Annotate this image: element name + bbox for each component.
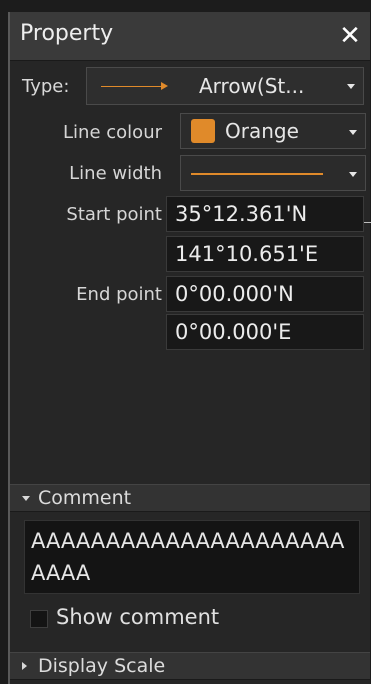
show-comment-checkbox[interactable] — [30, 610, 48, 628]
chevron-down-icon — [349, 172, 357, 177]
end-point-label: End point — [76, 284, 162, 305]
line-width-preview — [191, 173, 323, 175]
end-point-lat-field[interactable]: 0°00.000'N — [166, 276, 364, 312]
start-point-label: Start point — [66, 204, 162, 225]
display-scale-header-label: Display Scale — [38, 655, 166, 677]
display-scale-section-header[interactable]: Display Scale — [10, 652, 370, 680]
type-row: Type: Arrow(St... — [10, 64, 370, 110]
chevron-down-icon — [349, 130, 357, 135]
comment-header-label: Comment — [38, 487, 132, 509]
panel-title: Property — [20, 21, 114, 46]
type-label: Type: — [22, 76, 70, 97]
chevron-right-icon — [22, 662, 27, 670]
line-colour-dropdown[interactable]: Orange — [180, 113, 366, 149]
close-icon: ✕ — [339, 21, 361, 51]
colour-swatch — [191, 119, 215, 143]
start-point-lat-field[interactable]: 35°12.361'N — [166, 196, 364, 232]
line-colour-label: Line colour — [63, 122, 162, 143]
end-point-lon-field[interactable]: 0°00.000'E — [166, 314, 364, 350]
start-point-lon-field[interactable]: 141°10.651'E — [166, 236, 364, 272]
chevron-down-icon — [22, 496, 30, 501]
title-bar: Property ✕ — [10, 12, 370, 61]
chevron-down-icon — [347, 84, 355, 89]
type-value: Arrow(St... — [199, 74, 305, 98]
divider — [364, 222, 371, 223]
type-dropdown[interactable]: Arrow(St... — [86, 67, 364, 105]
close-button[interactable]: ✕ — [336, 22, 364, 50]
line-colour-value: Orange — [225, 119, 299, 143]
comment-textarea[interactable]: AAAAAAAAAAAAAAAAAAAAAAAAA — [24, 520, 360, 594]
line-width-label: Line width — [69, 163, 162, 184]
show-comment-label: Show comment — [56, 605, 220, 629]
property-panel: Property ✕ Type: Arrow(St... Line colour… — [8, 12, 370, 684]
comment-section-header[interactable]: Comment — [10, 484, 370, 512]
line-width-dropdown[interactable] — [180, 155, 366, 191]
